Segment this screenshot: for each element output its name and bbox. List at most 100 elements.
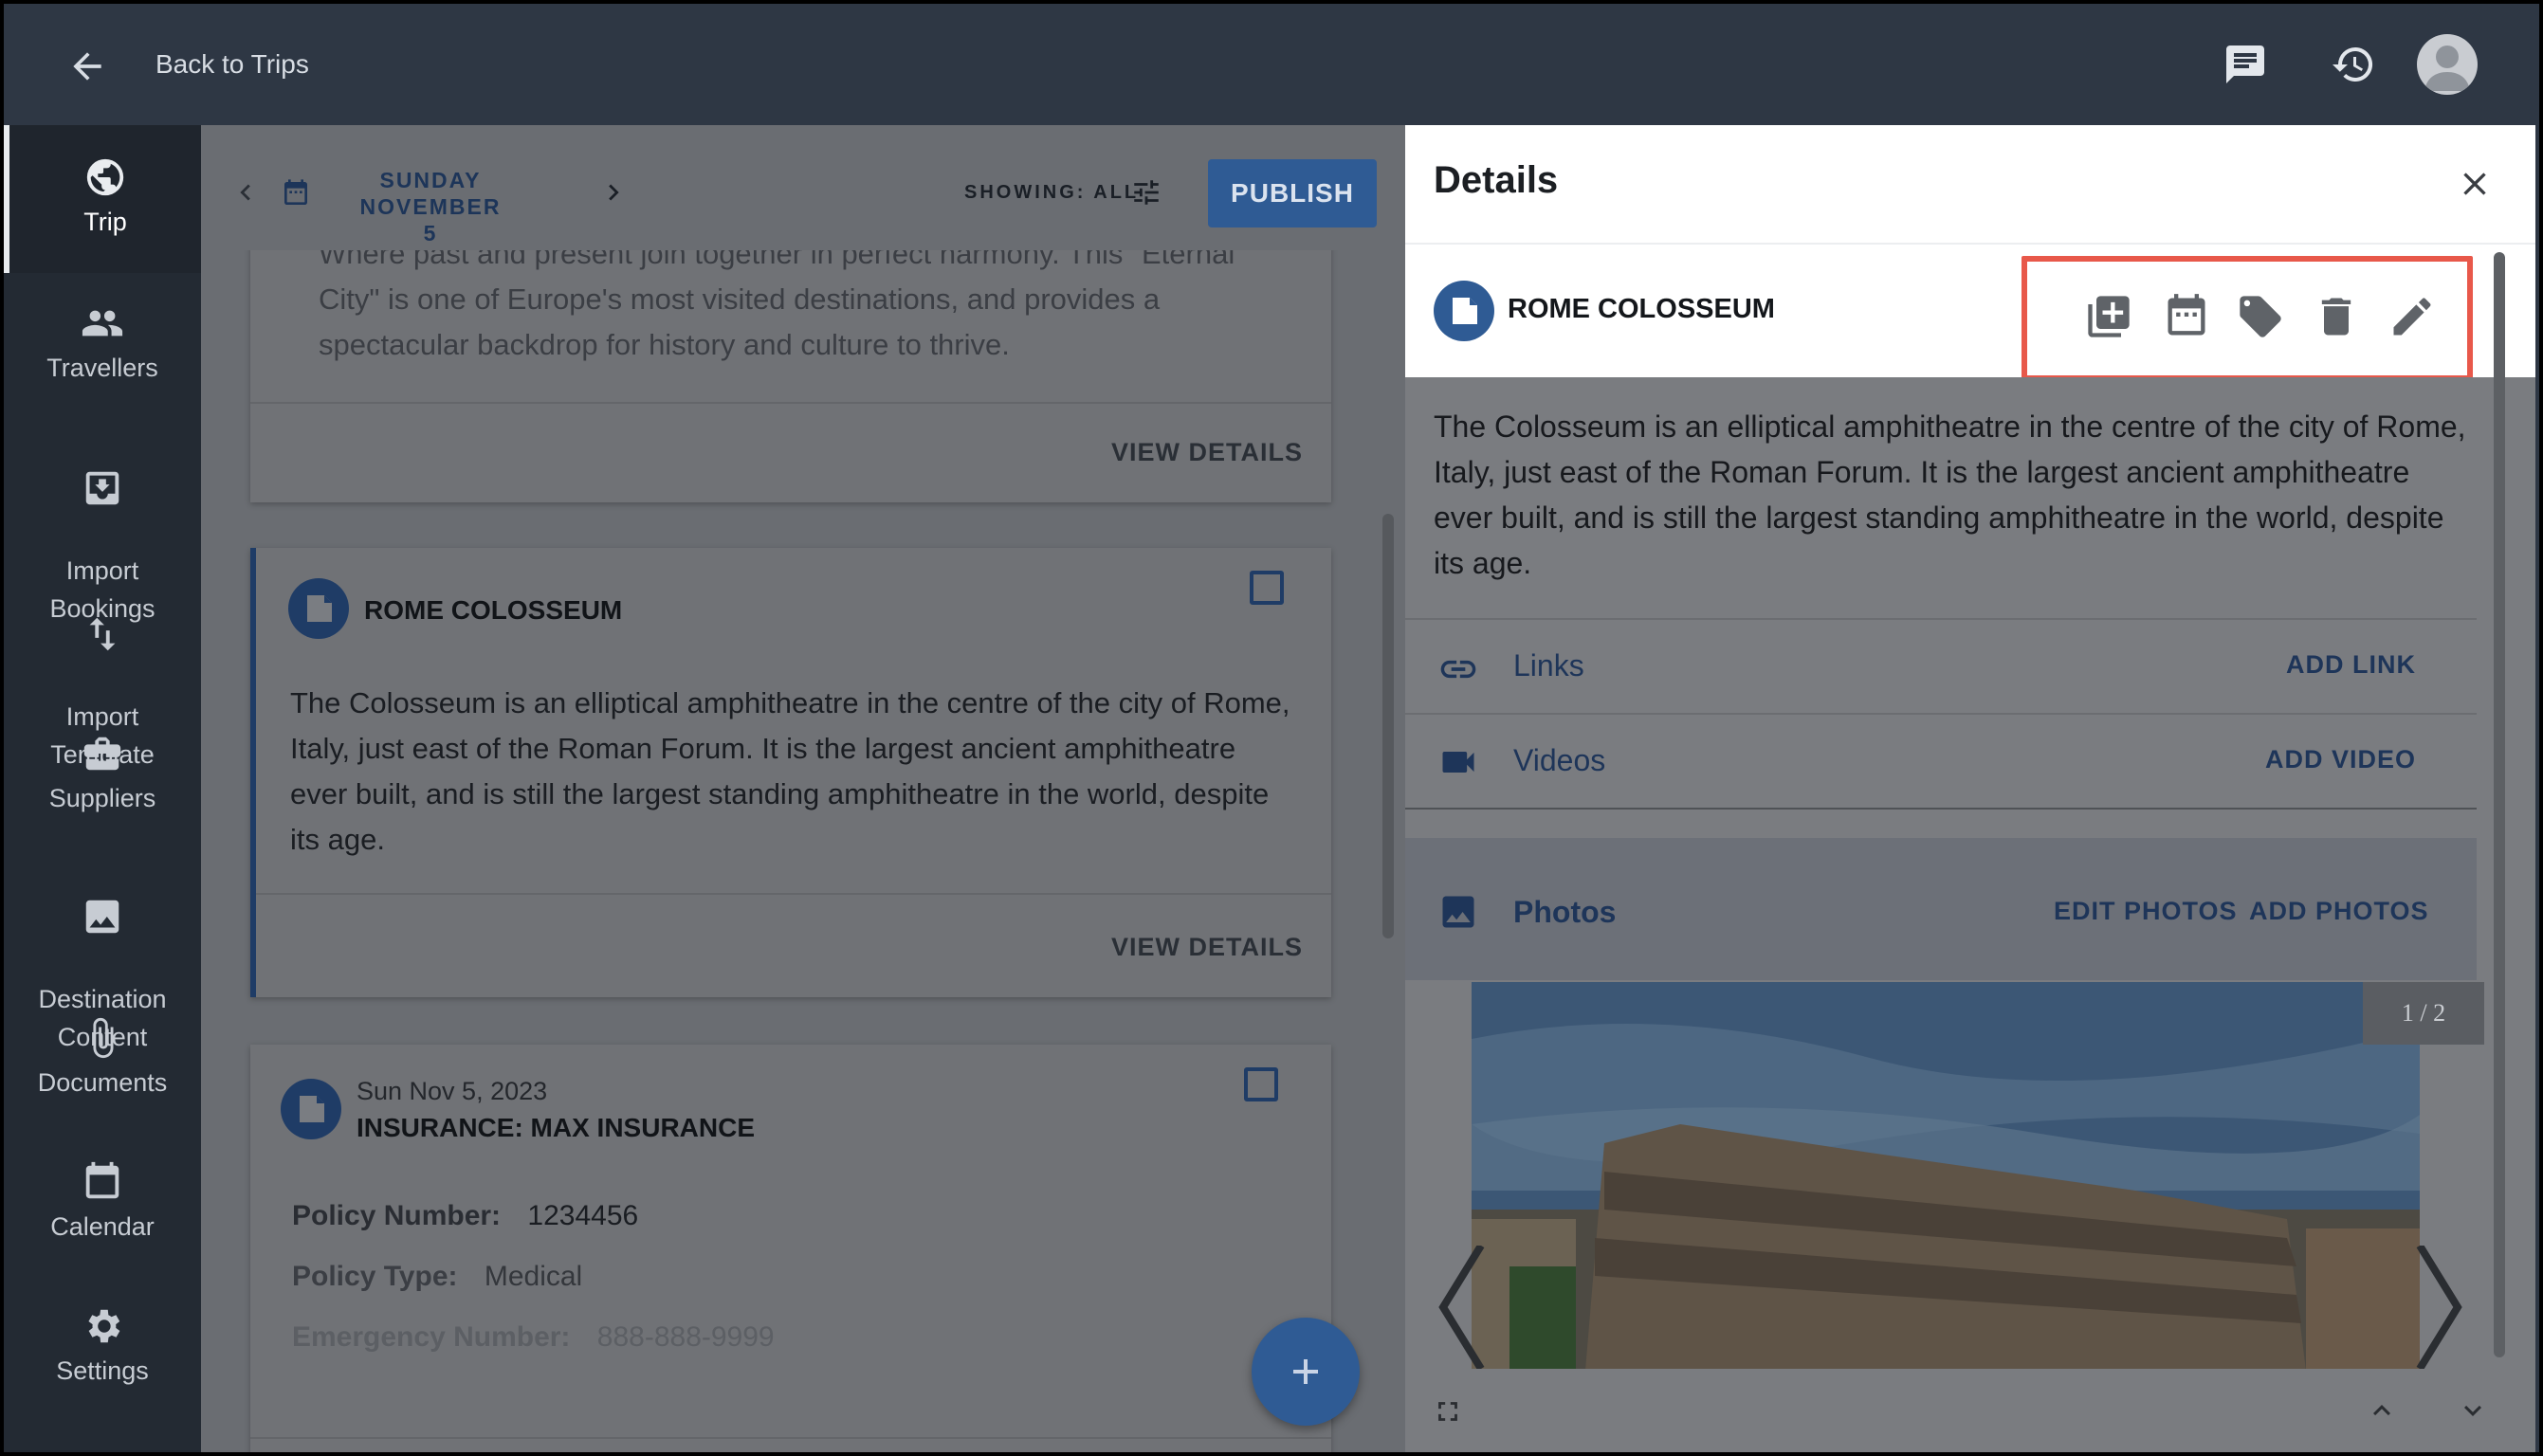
videos-row: Videos ADD VIDEO [1405, 715, 2477, 808]
sidebar-item-calendar[interactable]: Calendar [4, 1160, 201, 1246]
sidebar-item-label: Settings [56, 1356, 149, 1385]
sidebar-item-settings[interactable]: Settings [4, 1304, 201, 1390]
publish-button[interactable]: PUBLISH [1208, 159, 1377, 228]
add-video-button[interactable]: ADD VIDEO [2265, 745, 2416, 774]
sidebar-item-suppliers[interactable]: Suppliers [4, 732, 201, 817]
details-panel: Details ROME COLOSSEUM The Colosseum is … [1405, 125, 2535, 1452]
chat-icon[interactable] [2223, 42, 2268, 87]
card-divider [250, 402, 1331, 404]
emergency-number-value: 888-888-9999 [596, 1321, 775, 1353]
briefcase-icon [83, 737, 121, 771]
card-description: The Colosseum is an elliptical amphithea… [290, 686, 1290, 856]
back-to-trips-link[interactable]: Back to Trips [156, 49, 309, 80]
avatar-person-icon [2424, 46, 2470, 91]
links-row: Links ADD LINK [1405, 620, 2477, 713]
itinerary-scrollbar[interactable] [1382, 514, 1394, 938]
user-avatar[interactable] [2417, 34, 2478, 95]
itinerary-pane: Where past and present join together in … [201, 125, 1405, 1452]
gear-icon [88, 1309, 120, 1343]
card-divider [256, 893, 1331, 895]
policy-type-value: Medical [484, 1261, 583, 1292]
videos-label: Videos [1513, 743, 1606, 777]
calendar-small-icon [284, 179, 307, 205]
details-title: Details [1434, 159, 1559, 201]
actions-highlight-box [2022, 256, 2473, 381]
sidebar-item-label: Calendar [50, 1212, 155, 1241]
emergency-number-row: Emergency Number: 888-888-9999 [292, 1321, 775, 1354]
policy-number-value: 1234456 [527, 1200, 639, 1231]
chevron-up-icon[interactable] [2365, 1393, 2399, 1428]
card-date: Sun Nov 5, 2023 [357, 1077, 548, 1105]
row-divider [1405, 808, 2477, 810]
sidebar-item-label: Documents [37, 1068, 168, 1097]
current-date: SUNDAY NOVEMBER 5 [326, 167, 535, 246]
policy-type-label: Policy Type: [292, 1261, 458, 1292]
sidebar-item-label: Suppliers [48, 784, 156, 812]
chevron-left-icon[interactable] [229, 176, 262, 209]
top-bar: Back to Trips [4, 4, 2539, 125]
policy-number-label: Policy Number: [292, 1200, 502, 1231]
details-item-title: ROME COLOSSEUM [1508, 294, 1775, 324]
date-line-2: 5 [423, 221, 438, 246]
sidebar-item-trip[interactable]: Trip [4, 125, 201, 273]
sidebar-item-travellers[interactable]: Travellers [4, 301, 201, 387]
photos-header: Photos EDIT PHOTOS ADD PHOTOS [1405, 838, 2477, 980]
document-icon [1434, 281, 1494, 341]
chevron-down-icon[interactable] [2456, 1393, 2490, 1428]
panel-bottom-bar [1405, 1369, 2535, 1452]
photo-counter: 1 / 2 [2363, 982, 2484, 1045]
tune-icon[interactable] [1130, 176, 1162, 209]
video-camera-icon [1442, 752, 1474, 773]
card-title: INSURANCE: MAX INSURANCE [357, 1113, 756, 1142]
add-link-button[interactable]: ADD LINK [2286, 650, 2416, 680]
colosseum-card[interactable]: ROME COLOSSEUM The Colosseum is an ellip… [250, 548, 1331, 997]
links-label: Links [1513, 648, 1584, 682]
policy-number-row: Policy Number: 1234456 [292, 1200, 638, 1232]
card-text-line: spectacular backdrop for history and cul… [319, 328, 1010, 361]
globe-icon [86, 158, 124, 196]
document-icon [281, 1079, 341, 1139]
date-line-1: SUNDAY NOVEMBER [359, 168, 502, 219]
app-window: Back to Trips Trip Travellers Import Boo… [4, 4, 2539, 1452]
previous-photo-icon[interactable] [1434, 1246, 1491, 1369]
document-icon [288, 578, 349, 639]
sidebar-item-label: Travellers [46, 354, 158, 382]
plus-icon [1293, 1359, 1318, 1384]
history-icon[interactable] [2331, 42, 2376, 87]
calendar-icon [85, 1161, 119, 1199]
paperclip-icon [93, 1017, 114, 1059]
add-item-fab[interactable] [1252, 1318, 1360, 1426]
next-photo-icon[interactable] [2410, 1246, 2467, 1369]
card-text-line: City" is one of Europe's most visited de… [319, 282, 1161, 316]
details-description: The Colosseum is an elliptical amphithea… [1434, 410, 2466, 580]
import-icon [85, 471, 119, 505]
add-photos-button[interactable]: ADD PHOTOS [2249, 897, 2429, 926]
card-title: ROME COLOSSEUM [364, 595, 623, 625]
colosseum-photo [1472, 982, 2420, 1371]
link-icon [1440, 660, 1476, 679]
emergency-number-label: Emergency Number: [292, 1321, 571, 1353]
chevron-right-icon[interactable] [597, 176, 630, 209]
back-arrow-icon[interactable] [66, 46, 108, 87]
swap-vertical-icon [89, 617, 116, 651]
select-checkbox[interactable] [1244, 1067, 1278, 1101]
photos-label: Photos [1513, 895, 1617, 929]
select-checkbox[interactable] [1250, 571, 1284, 605]
edit-photos-button[interactable]: EDIT PHOTOS [2054, 897, 2238, 926]
card-divider [250, 1437, 1331, 1439]
sidebar-item-documents[interactable]: Documents [4, 1016, 201, 1101]
fullscreen-icon[interactable] [1432, 1395, 1464, 1428]
view-details-button[interactable]: VIEW DETAILS [1111, 933, 1303, 962]
day-toolbar: SUNDAY NOVEMBER 5 SHOWING: ALL PUBLISH [201, 125, 1405, 250]
sidebar: Trip Travellers Import Bookings Import T… [4, 125, 201, 1452]
view-details-button[interactable]: VIEW DETAILS [1111, 438, 1303, 467]
policy-type-row: Policy Type: Medical [292, 1261, 582, 1293]
insurance-card[interactable]: Sun Nov 5, 2023 INSURANCE: MAX INSURANCE… [250, 1045, 1331, 1452]
details-scrollbar[interactable] [2494, 252, 2505, 1357]
close-icon[interactable] [2456, 165, 2494, 203]
details-header: Details [1405, 125, 2535, 245]
people-icon [82, 310, 123, 337]
showing-filter-label[interactable]: SHOWING: ALL [964, 182, 1139, 204]
sidebar-item-label: Trip [83, 208, 127, 236]
image-icon [85, 900, 119, 934]
